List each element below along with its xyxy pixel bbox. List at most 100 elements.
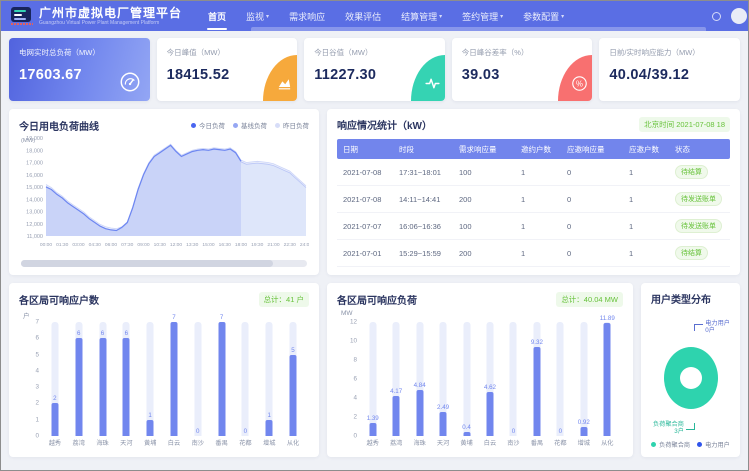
bar-category-label: 荔湾 (73, 438, 85, 447)
kpi-card[interactable]: 今日峰谷差率（%）39.03% (452, 38, 593, 101)
datazoom-handle[interactable] (21, 260, 273, 267)
responsive-load-card: 各区局可响应负荷 总计：40.04 MW MW 0246810121.39越秀4… (327, 283, 633, 457)
callout-connector (694, 324, 703, 331)
legend-item[interactable]: 电力用户 (697, 439, 730, 449)
bar2-title: 各区局可响应负荷 (337, 292, 417, 307)
cell-invited: 1 (519, 168, 565, 177)
cell-status: 待结算 (673, 246, 729, 260)
table-row: 2021-07-0817:31~18:01100101待结算查看 (337, 159, 730, 186)
kpi-card[interactable]: 电网实时总负荷（MW）17603.67 (9, 38, 150, 101)
bars: 1.39越秀4.17荔湾4.84海珠2.49天河0.4黄埔4.62白云0南沙9.… (361, 322, 619, 436)
kpi-label: 今日峰谷差率（%） (462, 47, 583, 58)
bar-column[interactable]: 6荔湾 (67, 322, 91, 436)
cell-period: 15:29~15:59 (397, 249, 457, 258)
y-tick-label: 2 (339, 414, 357, 421)
bar-column[interactable]: 1增城 (257, 322, 281, 436)
cell-date: 2021-07-08 (341, 195, 397, 204)
kpi-card[interactable]: 日前/实时响应能力（MW）40.04/39.12 (599, 38, 740, 101)
bar-column[interactable]: 0花都 (234, 322, 258, 436)
bar-column[interactable]: 5从化 (281, 322, 305, 436)
bar (463, 432, 470, 436)
svg-text:19,000: 19,000 (26, 136, 43, 142)
kpi-card[interactable]: 今日谷值（MW）11227.30 (304, 38, 445, 101)
bar-column[interactable]: 0南沙 (502, 322, 525, 436)
bar-value-label: 4.84 (414, 382, 426, 389)
chevron-down-icon: ▾ (500, 13, 503, 20)
bar-column[interactable]: 0南沙 (186, 322, 210, 436)
nav-item[interactable]: 首页 (198, 1, 236, 31)
bar-column[interactable]: 9.32番禺 (525, 322, 548, 436)
bar-track (242, 322, 249, 436)
bar-column[interactable]: 1.39越秀 (361, 322, 384, 436)
percent-icon: % (571, 75, 588, 92)
legend-item[interactable]: 负荷聚合商 (651, 439, 690, 449)
bar (393, 396, 400, 436)
table-row: 2021-07-0115:29~15:59200101待结算查看 (337, 240, 730, 267)
nav-item-label: 参数配置 (523, 10, 559, 23)
user-avatar[interactable] (731, 8, 747, 24)
legend-item[interactable]: 昨日负荷 (275, 120, 309, 130)
bar-chart-users[interactable]: 012345672越秀6荔湾6海珠6天河1黄埔7白云0南沙7番禺0花都1增城5从… (19, 320, 309, 449)
cell-period: 17:31~18:01 (397, 168, 457, 177)
y-tick-label: 3 (21, 384, 39, 391)
notification-icon[interactable] (712, 12, 721, 21)
y-tick-label: 1 (21, 416, 39, 423)
bar (266, 420, 273, 436)
top-navbar: 广州市虚拟电厂管理平台 Guangzhou Virtual Power Plan… (1, 1, 748, 31)
kpi-label: 日前/实时响应能力（MW） (609, 47, 730, 58)
y-tick-label: 0 (339, 433, 357, 440)
bar-value-label: 11.89 (600, 315, 615, 322)
bar-column[interactable]: 7白云 (162, 322, 186, 436)
donut-chart: 电力用户 0户 负荷聚合商 3户 (651, 306, 730, 439)
bar-column[interactable]: 2越秀 (43, 322, 67, 436)
bar-chart-load[interactable]: 0246810121.39越秀4.17荔湾4.84海珠2.49天河0.4黄埔4.… (337, 320, 623, 449)
bar-column[interactable]: 0花都 (549, 322, 572, 436)
bar-column[interactable]: 4.17荔湾 (384, 322, 407, 436)
column-header: 需求响应量 (457, 144, 519, 155)
datazoom-slider[interactable] (21, 260, 307, 267)
cell-demand: 100 (457, 222, 519, 231)
bar (580, 427, 587, 436)
y-tick-label: 12 (339, 319, 357, 326)
bar-column[interactable]: 6天河 (114, 322, 138, 436)
svg-text:01:30: 01:30 (56, 242, 69, 248)
legend-item[interactable]: 基线负荷 (233, 120, 267, 130)
load-chart[interactable]: (MW)11,00012,00013,00014,00015,00016,000… (19, 133, 309, 257)
cell-resp-users: 1 (627, 168, 673, 177)
bar-column[interactable]: 4.62白云 (478, 322, 501, 436)
nav-item-label: 首页 (208, 10, 226, 23)
svg-text:16,000: 16,000 (26, 173, 43, 179)
bar1-total-badge: 总计：41 户 (259, 292, 309, 307)
bar (147, 420, 154, 436)
navbar-right (712, 8, 738, 24)
kpi-card[interactable]: 今日峰值（MW）18415.52 (157, 38, 298, 101)
bar-column[interactable]: 2.49天河 (431, 322, 454, 436)
chevron-down-icon: ▾ (266, 13, 269, 20)
svg-text:13,000: 13,000 (26, 210, 43, 216)
cell-action: 查看 (729, 221, 731, 232)
bar-value-label: 5 (291, 347, 294, 354)
bar-column[interactable]: 4.84海珠 (408, 322, 431, 436)
legend-item[interactable]: 今日负荷 (191, 120, 225, 130)
bar-track (194, 322, 201, 436)
bar-column[interactable]: 6海珠 (91, 322, 115, 436)
bar-column[interactable]: 1黄埔 (138, 322, 162, 436)
cell-invited: 1 (519, 249, 565, 258)
bar-column[interactable]: 7番禺 (210, 322, 234, 436)
bar-column[interactable]: 0.92增城 (572, 322, 595, 436)
donut-title: 用户类型分布 (651, 291, 730, 306)
beijing-time-badge: 北京时间 2021-07-08 18 (639, 117, 730, 132)
kpi-label: 电网实时总负荷（MW） (19, 47, 140, 58)
bars: 2越秀6荔湾6海珠6天河1黄埔7白云0南沙7番禺0花都1增城5从化 (43, 322, 305, 436)
bar-value-label: 6 (77, 330, 80, 337)
cell-demand: 200 (457, 249, 519, 258)
bar-column[interactable]: 0.4黄埔 (455, 322, 478, 436)
svg-text:06:00: 06:00 (105, 242, 118, 248)
cell-responded: 0 (565, 222, 627, 231)
nav-strip-decor (251, 27, 706, 31)
donut-ring[interactable] (664, 347, 718, 409)
legend-dot (191, 123, 196, 128)
bar-column[interactable]: 11.89从化 (596, 322, 619, 436)
bar (369, 423, 376, 436)
y-tick-label: 6 (21, 335, 39, 342)
